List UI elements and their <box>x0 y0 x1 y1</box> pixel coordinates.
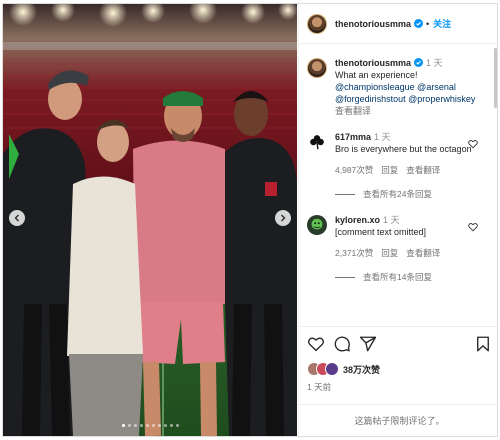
bookmark-icon[interactable] <box>474 335 492 353</box>
carousel-dot <box>133 424 137 427</box>
follow-button[interactable]: 关注 <box>433 17 451 30</box>
heart-icon[interactable] <box>307 335 325 353</box>
post-date: 1 天前 <box>307 382 332 392</box>
carousel-next-button[interactable] <box>275 210 291 226</box>
comments-scroll-area[interactable]: thenotoriousmma 1 天 What an experience! @… <box>299 45 494 326</box>
caption-author-avatar[interactable] <box>307 58 327 78</box>
verified-badge-icon <box>414 19 424 28</box>
comment-text: Bro is everywhere but the octagon <box>335 144 472 154</box>
likes-count[interactable]: 38万次赞 <box>343 363 380 376</box>
comments-scrollbar[interactable] <box>494 48 497 108</box>
comment-likes[interactable]: 4,987次赞 <box>335 164 373 176</box>
chevron-right-icon <box>281 214 286 222</box>
post-photo[interactable] <box>3 4 297 436</box>
caption-text: What an experience! <box>335 70 418 80</box>
reply-button[interactable]: 回复 <box>381 164 398 176</box>
carousel-dot <box>163 424 167 427</box>
commenter-username[interactable]: kyloren.xo <box>335 215 380 225</box>
comments-limited-notice: 这篇帖子限制评论了。 <box>299 404 497 436</box>
replies-divider <box>335 193 355 195</box>
post-caption: thenotoriousmma 1 天 What an experience! @… <box>299 45 494 117</box>
carousel-dot <box>169 424 173 427</box>
view-replies-button[interactable]: 查看所有14条回复 <box>299 271 494 283</box>
chevron-left-icon <box>14 214 19 222</box>
carousel-dot <box>121 424 125 427</box>
post-header: thenotoriousmma • 关注 <box>299 4 497 44</box>
comment-icon[interactable] <box>333 335 351 353</box>
see-translation-link[interactable]: 查看翻译 <box>335 105 485 117</box>
view-replies-button[interactable]: 查看所有24条回复 <box>299 188 494 200</box>
caption-mentions-line-1[interactable]: @championsleague @arsenal <box>335 81 485 93</box>
verified-badge-icon <box>414 58 424 67</box>
carousel-dot <box>175 424 179 427</box>
commenter-avatar[interactable] <box>307 132 327 152</box>
carousel-dot <box>151 424 155 427</box>
liker-avatar <box>325 362 339 376</box>
author-username[interactable]: thenotoriousmma <box>335 19 411 29</box>
caption-mentions-line-2[interactable]: @forgedirishstout @properwhiskey <box>335 93 485 105</box>
view-replies-label: 查看所有24条回复 <box>363 189 432 199</box>
likes-summary[interactable]: 38万次赞 <box>307 362 492 376</box>
comment-time: 1 天 <box>383 215 400 225</box>
reply-button[interactable]: 回复 <box>381 247 398 259</box>
comment-like-heart-icon[interactable] <box>468 139 478 149</box>
share-icon[interactable] <box>359 335 377 353</box>
comment-like-heart-icon[interactable] <box>468 222 478 232</box>
comment-translate-link[interactable]: 查看翻译 <box>406 164 440 176</box>
instagram-post-window: thenotoriousmma • 关注 thenotoriousmma 1 天 … <box>2 3 498 437</box>
carousel-dots <box>3 424 297 427</box>
comment-item: kyloren.xo 1 天 [comment text omitted] 2,3… <box>299 214 494 259</box>
commenter-username[interactable]: 617mma <box>335 132 371 142</box>
comment-likes[interactable]: 2,371次赞 <box>335 247 373 259</box>
caption-time: 1 天 <box>426 58 443 68</box>
carousel-dot <box>145 424 149 427</box>
caption-username[interactable]: thenotoriousmma <box>335 58 424 68</box>
clover-icon <box>310 135 324 150</box>
comment-item: 617mma 1 天 Bro is everywhere but the octa… <box>299 131 494 176</box>
comment-translate-link[interactable]: 查看翻译 <box>406 247 440 259</box>
comment-text: [comment text omitted] <box>335 227 427 237</box>
commenter-avatar[interactable] <box>307 215 327 235</box>
author-avatar[interactable] <box>307 13 327 34</box>
replies-divider <box>335 276 355 278</box>
carousel-dot <box>127 424 131 427</box>
carousel-dot <box>157 424 161 427</box>
header-separator: • <box>426 18 430 29</box>
view-replies-label: 查看所有14条回复 <box>363 272 432 282</box>
stadium-group-photo <box>3 4 297 436</box>
carousel-dot <box>139 424 143 427</box>
carousel-prev-button[interactable] <box>9 210 25 226</box>
green-character-icon <box>311 218 323 230</box>
post-actions: 38万次赞 1 天前 这篇帖子限制评论了。 <box>299 326 497 436</box>
post-sidebar: thenotoriousmma • 关注 thenotoriousmma 1 天 … <box>298 4 497 436</box>
comment-time: 1 天 <box>374 132 391 142</box>
